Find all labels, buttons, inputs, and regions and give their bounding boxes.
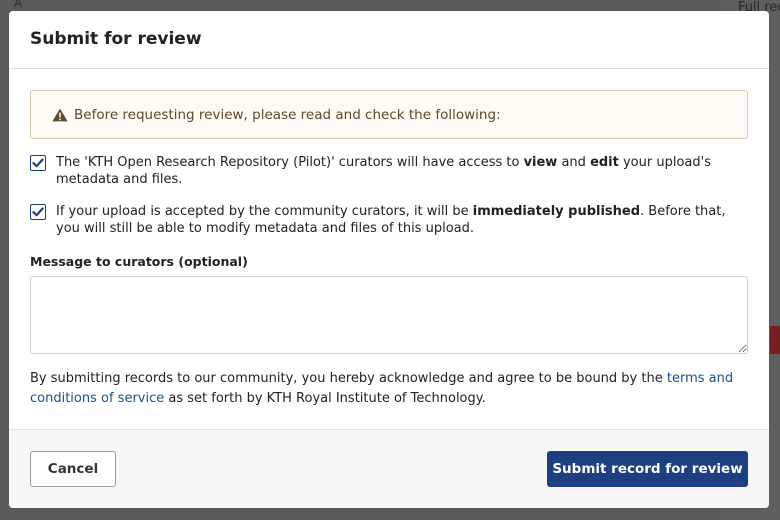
modal-title: Submit for review — [30, 29, 202, 49]
message-label: Message to curators (optional) — [30, 254, 248, 269]
check-text: If your upload is accepted by the commun… — [56, 204, 473, 219]
check-bold-immediately-published: immediately published — [472, 204, 641, 219]
submit-for-review-button[interactable]: Submit record for review — [547, 451, 748, 487]
acknowledge-access-label: The 'KTH Open Research Repository (Pilot… — [56, 154, 748, 188]
warning-text: Before requesting review, please read an… — [74, 106, 501, 123]
checkmark-icon — [32, 158, 44, 168]
checkmark-icon — [32, 207, 44, 217]
check-text: The 'KTH Open Research Repository (Pilot… — [56, 155, 524, 170]
modal-body: Before requesting review, please read an… — [9, 69, 769, 409]
check-bold-edit: edit — [590, 155, 619, 170]
check-bold-view: view — [523, 155, 558, 170]
acknowledge-publish-label: If your upload is accepted by the commun… — [56, 203, 748, 237]
check-text: and — [557, 155, 591, 170]
modal-footer: Cancel Submit record for review — [9, 429, 769, 508]
terms-text: as set forth by KTH Royal Institute of T… — [164, 391, 486, 406]
acknowledge-access-row: The 'KTH Open Research Repository (Pilot… — [30, 154, 748, 188]
acknowledge-access-checkbox[interactable] — [30, 155, 46, 171]
warning-message: Before requesting review, please read an… — [30, 90, 748, 139]
acknowledge-publish-row: If your upload is accepted by the commun… — [30, 203, 748, 237]
submit-review-modal: Submit for review Before requesting revi… — [9, 11, 769, 508]
background-red-element — [770, 326, 780, 354]
terms-text: By submitting records to our community, … — [30, 371, 667, 386]
acknowledge-publish-checkbox[interactable] — [30, 204, 46, 220]
terms-notice: By submitting records to our community, … — [30, 369, 748, 409]
message-to-curators-input[interactable] — [30, 276, 748, 354]
background-fragment: A — [14, 0, 23, 10]
modal-header: Submit for review — [9, 11, 769, 69]
cancel-button[interactable]: Cancel — [30, 451, 116, 487]
warning-triangle-icon — [52, 108, 68, 122]
